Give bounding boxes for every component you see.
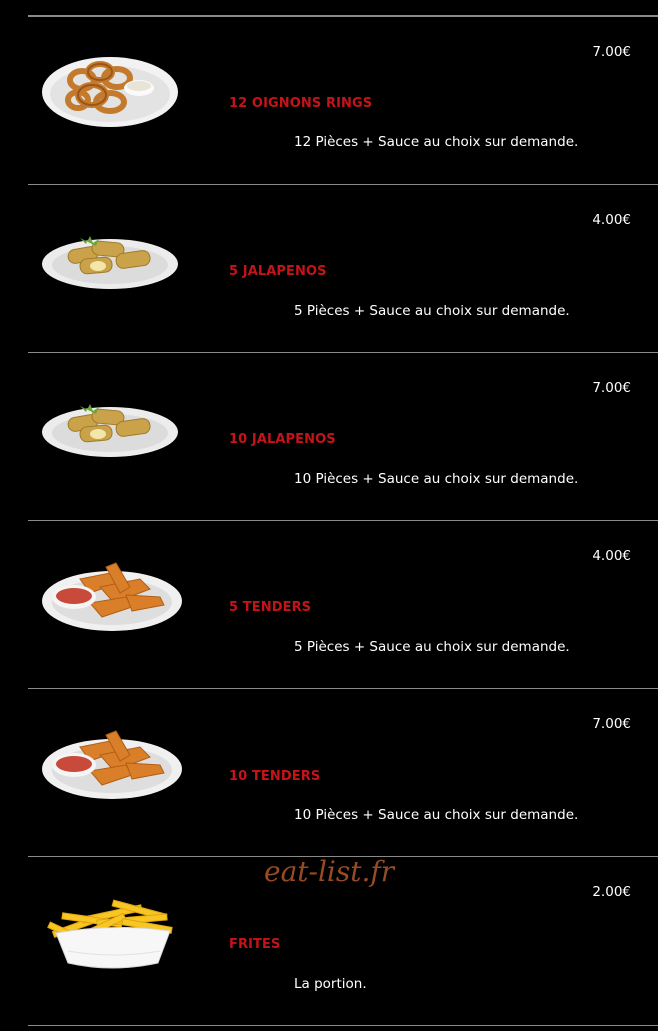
- menu-item[interactable]: 10 JALAPENOS 10 Pièces + Sauce au choix …: [28, 352, 658, 520]
- menu-item[interactable]: 5 TENDERS 5 Pièces + Sauce au choix sur …: [28, 520, 658, 688]
- tenders-image: [40, 725, 185, 820]
- divider-bottom: [28, 1025, 658, 1026]
- item-name: 10 TENDERS: [229, 769, 321, 784]
- item-price: 7.00€: [592, 716, 631, 732]
- item-price: 4.00€: [592, 212, 631, 228]
- item-description: 10 Pièces + Sauce au choix sur demande.: [294, 807, 579, 823]
- jalapenos-image: [40, 396, 185, 491]
- item-price: 7.00€: [592, 44, 631, 60]
- menu-item[interactable]: 12 OIGNONS RINGS 12 Pièces + Sauce au ch…: [28, 16, 658, 184]
- item-description: La portion.: [294, 976, 367, 992]
- item-description: 12 Pièces + Sauce au choix sur demande.: [294, 134, 579, 150]
- item-price: 2.00€: [592, 884, 631, 900]
- item-name: 5 JALAPENOS: [229, 264, 327, 279]
- menu-item[interactable]: 5 JALAPENOS 5 Pièces + Sauce au choix su…: [28, 184, 658, 352]
- item-description: 5 Pièces + Sauce au choix sur demande.: [294, 303, 570, 319]
- jalapenos-image: [40, 228, 185, 323]
- item-description: 10 Pièces + Sauce au choix sur demande.: [294, 471, 579, 487]
- item-name: 12 OIGNONS RINGS: [229, 96, 373, 111]
- item-price: 7.00€: [592, 380, 631, 396]
- item-name: 5 TENDERS: [229, 600, 312, 615]
- item-name: 10 JALAPENOS: [229, 432, 336, 447]
- item-price: 4.00€: [592, 548, 631, 564]
- tenders-image: [40, 557, 185, 652]
- watermark: eat-list.fr: [264, 855, 395, 888]
- item-name: FRITES: [229, 937, 281, 952]
- onion-rings-image: [42, 50, 187, 145]
- fries-image: [42, 893, 187, 988]
- menu-item[interactable]: 10 TENDERS 10 Pièces + Sauce au choix su…: [28, 688, 658, 856]
- item-description: 5 Pièces + Sauce au choix sur demande.: [294, 639, 570, 655]
